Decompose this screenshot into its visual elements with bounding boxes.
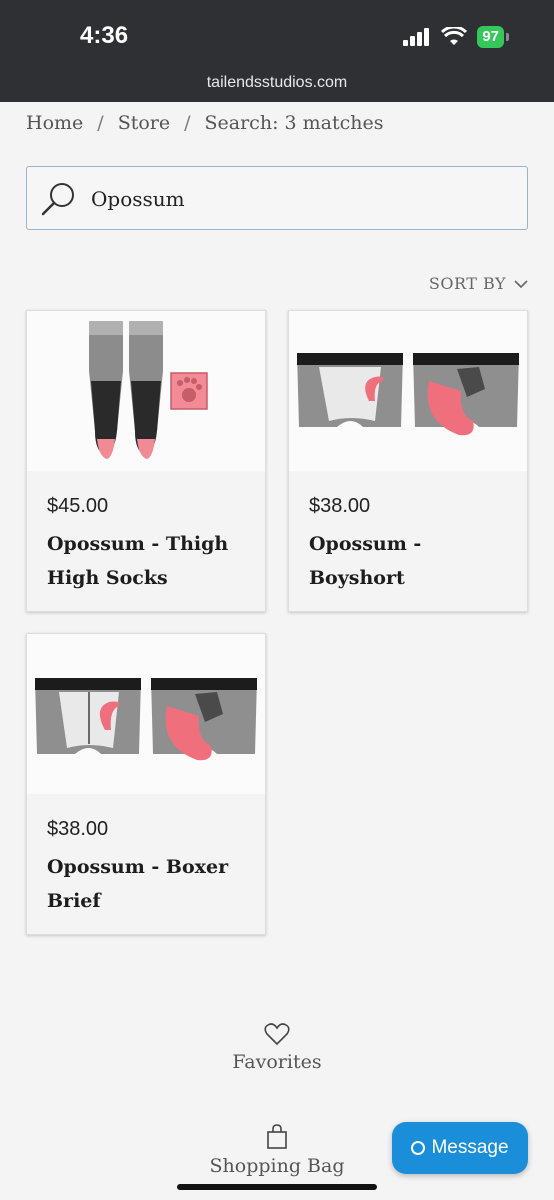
product-price: $45.00 <box>47 495 109 517</box>
product-name[interactable]: Opossum - Boxer Brief <box>47 850 252 918</box>
product-image[interactable] <box>289 311 527 471</box>
product-name[interactable]: Opossum - Thigh High Socks <box>47 527 252 595</box>
sort-by-label: SORT BY <box>428 274 506 293</box>
product-image[interactable] <box>27 311 265 471</box>
chat-circle-icon <box>411 1141 426 1155</box>
product-price: $38.00 <box>309 495 371 517</box>
product-card[interactable]: $38.00 Opossum - Boxer Brief <box>26 633 266 935</box>
chevron-down-icon <box>514 279 528 288</box>
product-card[interactable]: $45.00 Opossum - Thigh High Socks <box>26 310 266 612</box>
breadcrumb: Home / Store / Search: 3 matches <box>26 112 384 134</box>
breadcrumb-store[interactable]: Store <box>118 112 170 134</box>
status-icons: 97 <box>403 26 509 48</box>
home-indicator <box>177 1184 377 1190</box>
battery-indicator: 97 <box>477 26 509 48</box>
breadcrumb-current: Search: 3 matches <box>204 112 384 134</box>
wifi-icon <box>441 27 468 45</box>
breadcrumb-separator: / <box>97 112 104 134</box>
status-time: 4:36 <box>80 22 129 49</box>
product-price: $38.00 <box>47 818 109 840</box>
breadcrumb-separator: / <box>184 112 191 134</box>
signal-icon <box>403 28 430 46</box>
search-box[interactable] <box>26 166 528 230</box>
shopping-bag-icon <box>267 1124 287 1149</box>
breadcrumb-home[interactable]: Home <box>26 112 83 134</box>
favorites-link[interactable]: Favorites <box>0 1022 554 1073</box>
sort-by-dropdown[interactable]: SORT BY <box>429 274 528 293</box>
browser-topbar: 4:36 97 tailendsstudios.com <box>0 0 554 102</box>
url-bar[interactable]: tailendsstudios.com <box>0 74 554 92</box>
message-button[interactable]: Message <box>392 1122 528 1174</box>
search-icon[interactable] <box>39 179 79 219</box>
product-image[interactable] <box>27 634 265 794</box>
heart-icon <box>264 1023 290 1046</box>
product-card[interactable]: $38.00 Opossum - Boyshort <box>288 310 528 612</box>
message-button-label: Message <box>431 1137 509 1158</box>
search-input[interactable] <box>91 181 511 217</box>
favorites-label: Favorites <box>232 1051 322 1073</box>
product-name[interactable]: Opossum - Boyshort <box>309 527 514 595</box>
